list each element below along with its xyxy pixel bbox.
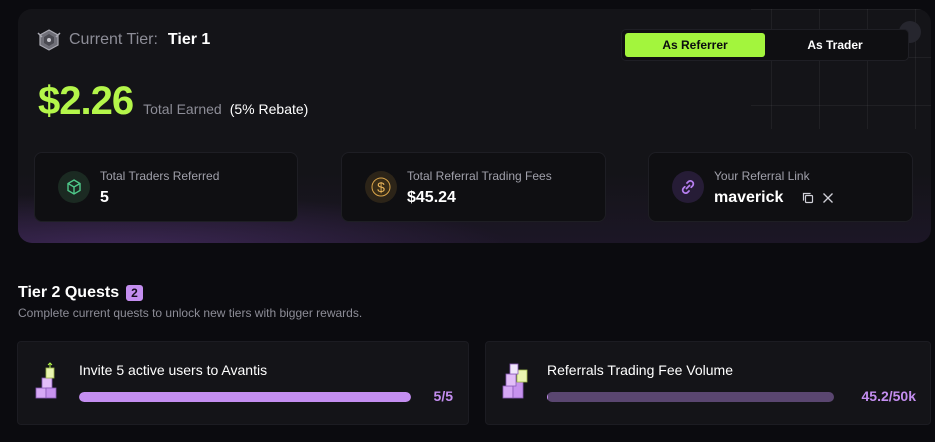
quests-subtitle: Complete current quests to unlock new ti…: [18, 306, 363, 320]
quest-progress-text: 45.2/50k: [861, 388, 917, 404]
earnings: $2.26 Total Earned (5% Rebate): [38, 79, 308, 124]
stat-label: Total Traders Referred: [100, 169, 220, 183]
referral-code: maverick: [714, 189, 784, 206]
stat-card-traders-referred: Total Traders Referred 5: [34, 152, 298, 222]
tier-summary-card: Current Tier: Tier 1 As Referrer As Trad…: [18, 9, 931, 243]
quest-progress-text: 5/5: [433, 388, 453, 404]
as-referrer-button[interactable]: As Referrer: [625, 33, 765, 57]
svg-text:$: $: [377, 179, 385, 195]
rebate-percentage: (5% Rebate): [229, 101, 309, 117]
tier-value: Tier 1: [167, 31, 211, 48]
stat-label: Your Referral Link: [714, 169, 810, 183]
as-trader-button[interactable]: As Trader: [765, 33, 905, 57]
quests-title: Tier 2 Quests: [18, 284, 120, 301]
quest-progress-fill: [79, 392, 411, 402]
link-icon: [672, 171, 704, 203]
quest-card-invite-users: Invite 5 active users to Avantis 5/5: [17, 341, 469, 425]
quest-title: Invite 5 active users to Avantis: [79, 362, 268, 378]
stat-card-referral-link: Your Referral Link maverick: [648, 152, 913, 222]
total-earned-label: Total Earned: [143, 101, 222, 117]
quest-card-fee-volume: Referrals Trading Fee Volume 45.2/50k: [485, 341, 931, 425]
referral-link-row: maverick: [714, 189, 834, 207]
x-share-icon[interactable]: [822, 192, 834, 204]
stacked-blocks-icon: [32, 360, 66, 402]
quest-progress-bar: [79, 392, 411, 402]
stat-value: 5: [100, 189, 109, 206]
quest-title: Referrals Trading Fee Volume: [547, 362, 733, 378]
dollar-icon: $: [365, 171, 397, 203]
quest-progress-bar: [547, 392, 834, 402]
cube-icon: [58, 171, 90, 203]
copy-icon[interactable]: [802, 192, 814, 204]
quests-header: Tier 2 Quests 2: [18, 284, 143, 302]
stat-label: Total Referral Trading Fees: [407, 169, 552, 183]
current-tier: Current Tier: Tier 1: [35, 27, 210, 53]
tier-label: Current Tier:: [69, 31, 158, 48]
stat-value: $45.24: [407, 189, 456, 206]
quests-count-badge: 2: [126, 285, 143, 301]
stacked-blocks-icon: [500, 360, 534, 402]
stat-card-referral-fees: $ Total Referral Trading Fees $45.24: [341, 152, 606, 222]
role-toggle: As Referrer As Trader: [621, 29, 909, 61]
tier-badge-icon: [35, 27, 63, 53]
total-earned-amount: $2.26: [38, 79, 134, 123]
